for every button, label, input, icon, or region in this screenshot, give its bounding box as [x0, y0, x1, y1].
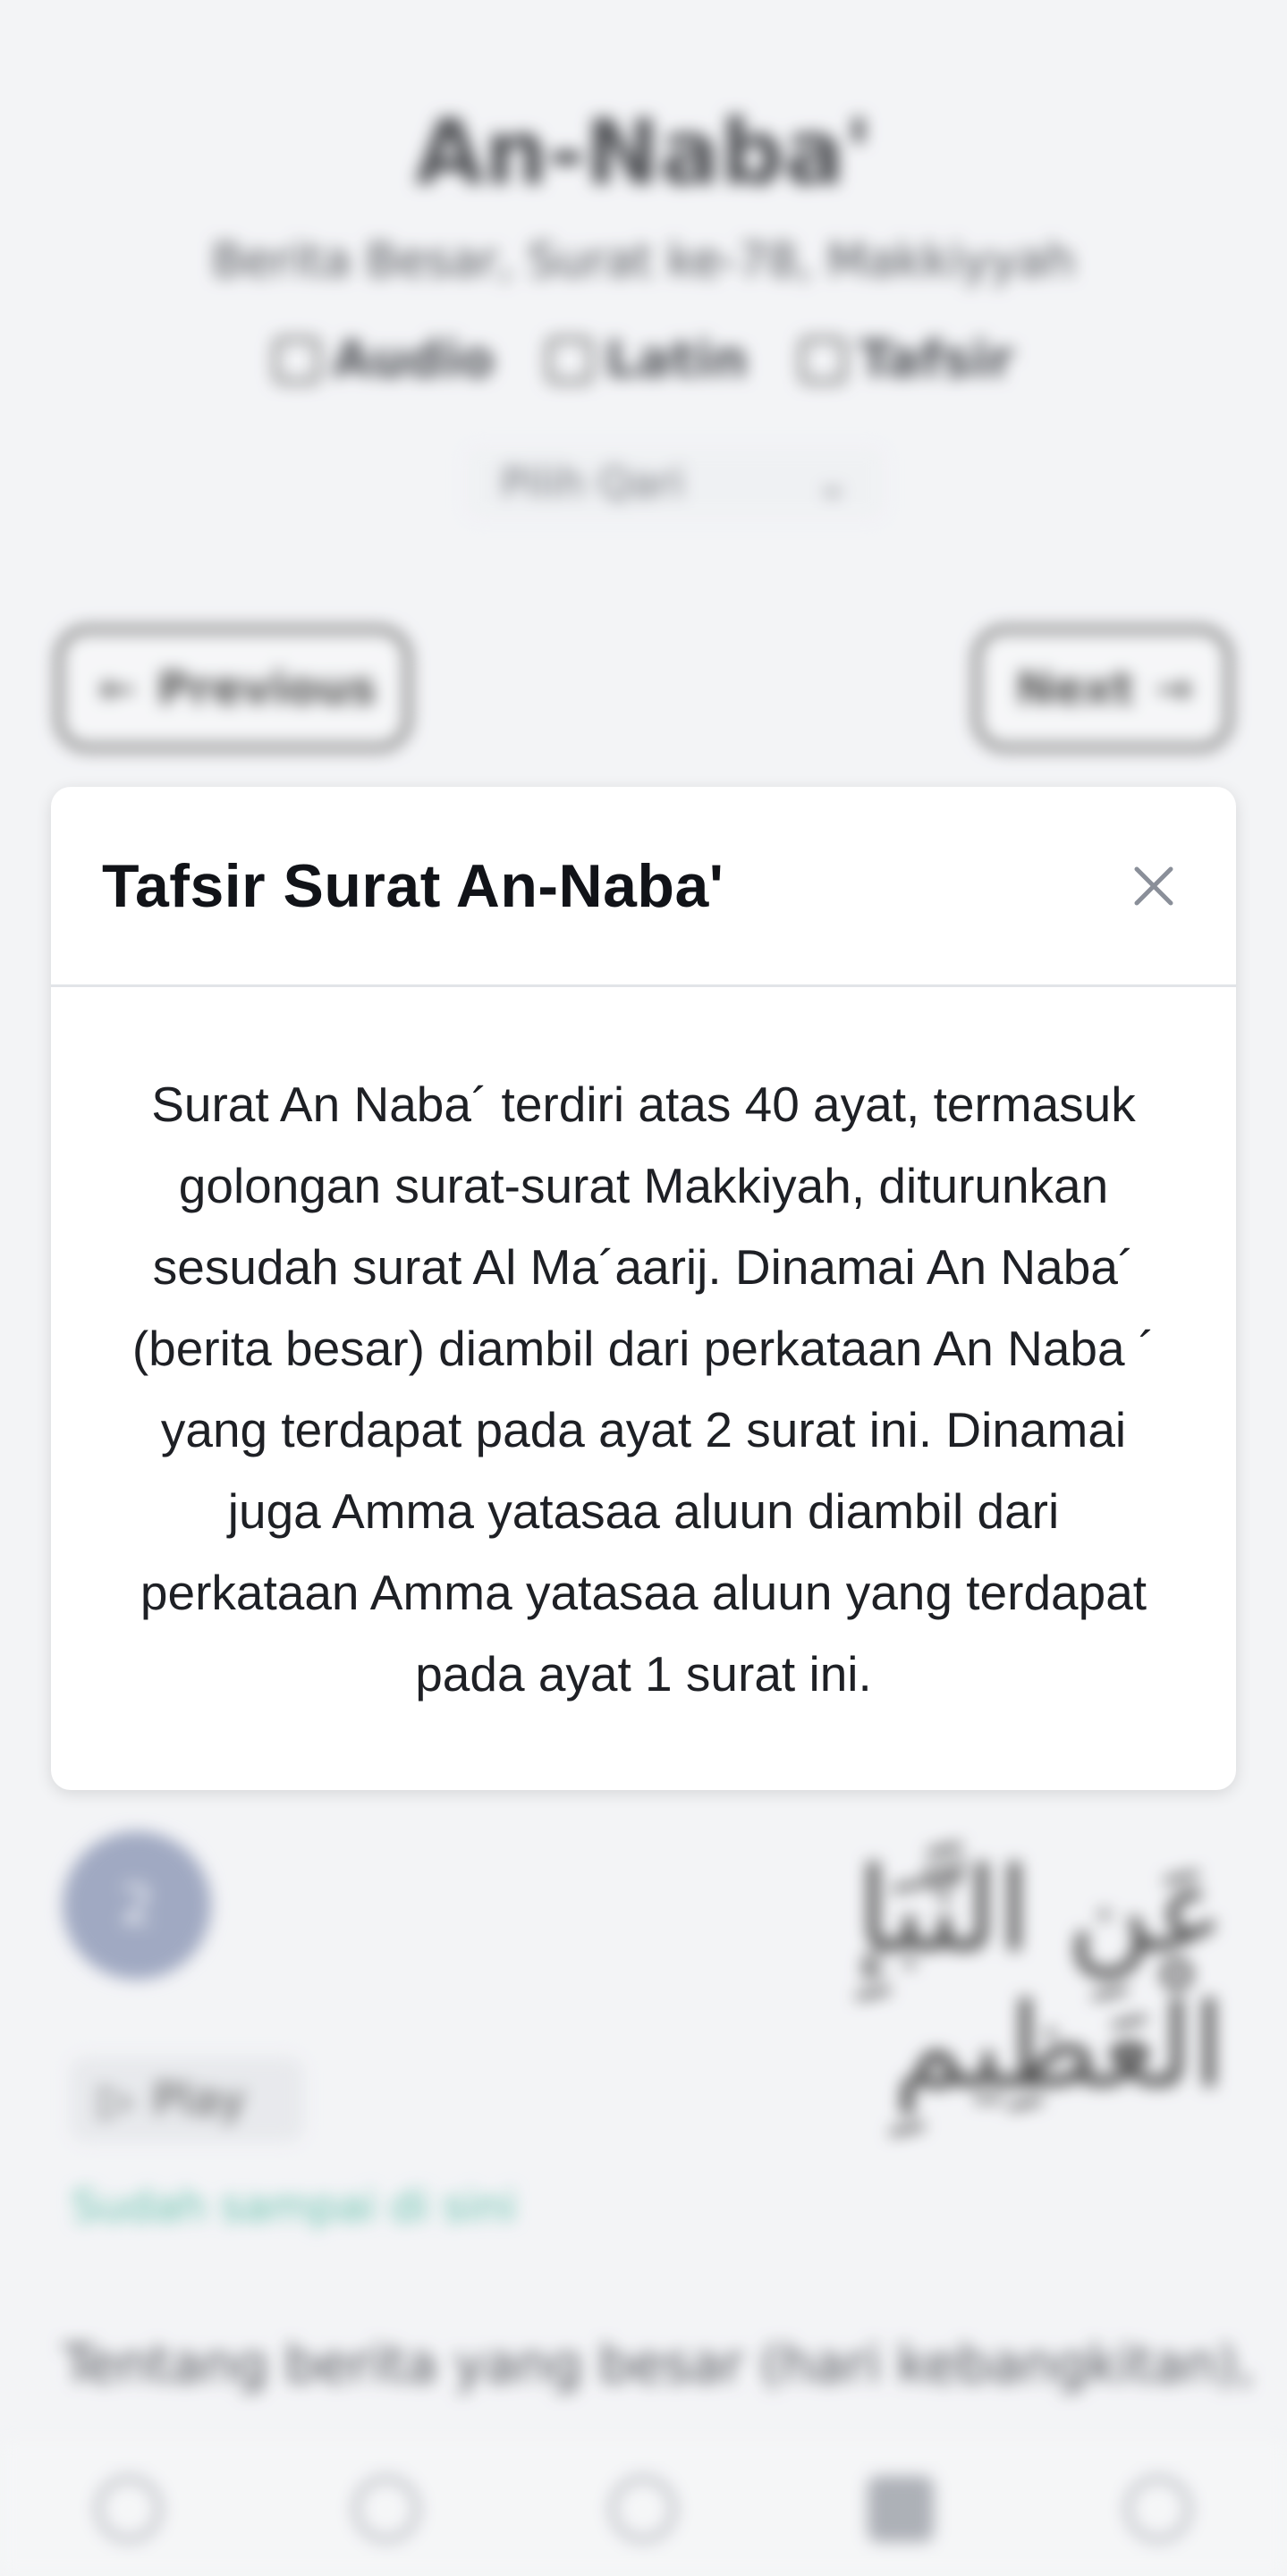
- tafsir-text: Surat An Naba´ terdiri atas 40 ayat, ter…: [131, 1077, 1156, 1702]
- close-button[interactable]: [1122, 854, 1186, 918]
- modal-header: Tafsir Surat An-Naba': [51, 787, 1236, 987]
- tafsir-modal: Tafsir Surat An-Naba' Surat An Naba´ ter…: [51, 787, 1236, 1790]
- modal-title: Tafsir Surat An-Naba': [102, 851, 724, 920]
- close-icon: [1134, 866, 1173, 905]
- page: An-Naba' Berita Besar, Surat ke-78, Makk…: [0, 0, 1287, 2576]
